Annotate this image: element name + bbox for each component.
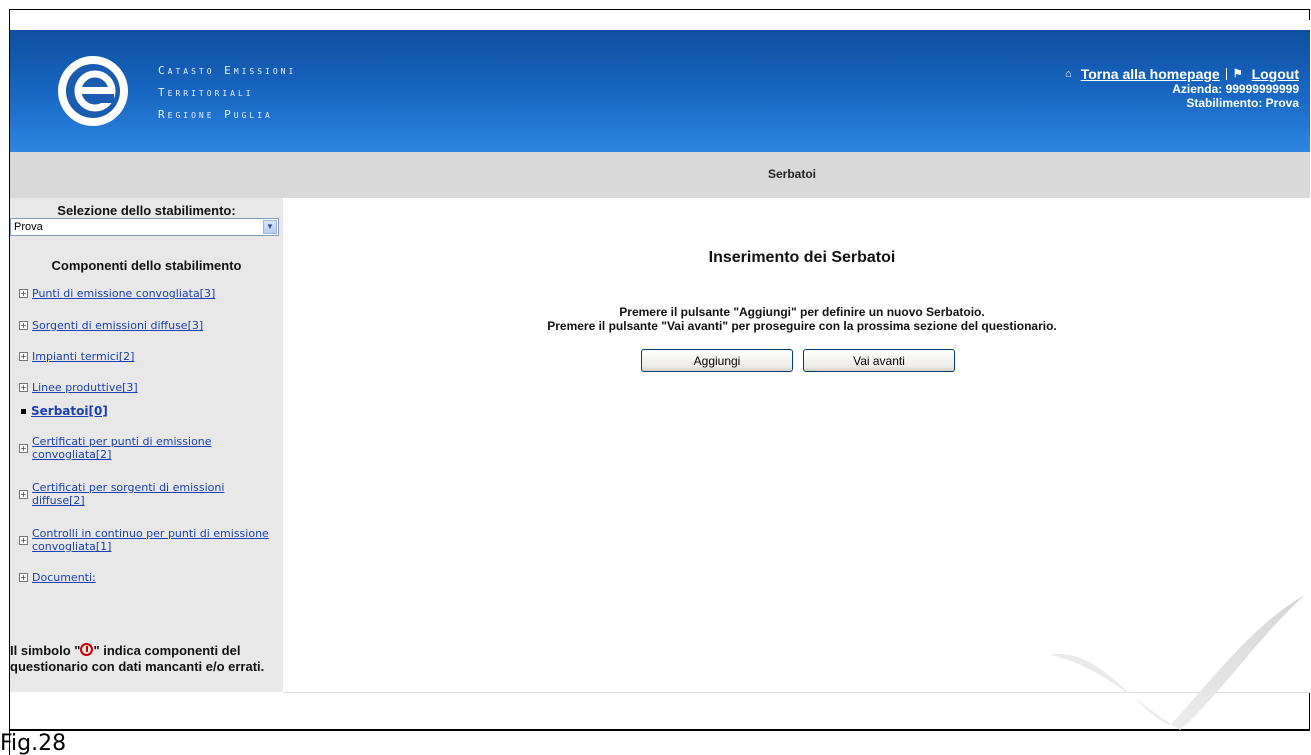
expand-icon[interactable]: + [19,535,28,545]
section-title: Serbatoi [768,167,817,181]
frame-bottom-edge [9,730,1310,731]
link-separator [1225,68,1227,80]
sidebar-item-label[interactable]: Punti di emissione convogliata[3] [32,287,215,300]
instructions: Premere il pulsante "Aggiungi" per defin… [283,305,1311,333]
sidebar-item-serbatoi[interactable]: Serbatoi[0] [19,405,108,418]
home-icon: ⌂ [1065,68,1072,80]
components-title: Componenti dello stabilimento [51,258,242,273]
expand-icon[interactable]: + [19,289,28,298]
sidebar-item-punti-emissione[interactable]: + Punti di emissione convogliata[3] [19,287,215,300]
page-title: Inserimento dei Serbatoi [708,249,896,266]
sidebar-item-label[interactable]: Controlli in continuo per punti di emiss… [32,527,269,553]
instruction-line-1: Premere il pulsante "Aggiungi" per defin… [619,305,985,319]
instruction-line-2: Premere il pulsante "Vai avanti" per pro… [547,319,1057,333]
sidebar-item-label[interactable]: Impianti termici[2] [32,350,134,363]
expand-icon[interactable]: + [19,383,28,392]
figure-caption: Fig.28 [0,731,67,755]
stabilimento-select[interactable]: Prova ▼ [10,218,279,236]
select-label: Selezione dello stabilimento: [57,203,236,218]
azienda-info: Azienda: 99999999999 [1172,82,1299,96]
legend-note: Il simbolo " " indica componenti del ques… [10,643,283,675]
sidebar-item-sorgenti-diffuse[interactable]: + Sorgenti di emissioni diffuse[3] [19,319,203,332]
sidebar-item-controlli-continuo[interactable]: + Controlli in continuo per punti di emi… [19,527,269,553]
swoosh-watermark-icon [1050,595,1305,730]
sidebar: Selezione dello stabilimento: Prova ▼ Co… [10,198,283,692]
select-value: Prova [14,221,43,233]
app-header: Catasto Emissioni Territoriali Regione P… [10,20,1310,152]
brand-text: Catasto Emissioni Territoriali Regione P… [158,60,296,126]
stabilimento-info: Stabilimento: Prova [1186,96,1299,110]
expand-icon[interactable]: + [19,352,28,361]
header-user-panel: ⌂ Torna alla homepage ⚑ Logout Azienda: … [1065,67,1299,110]
sidebar-item-impianti-termici[interactable]: + Impianti termici[2] [19,350,134,363]
sidebar-item-label[interactable]: Sorgenti di emissioni diffuse[3] [32,319,203,332]
expand-icon[interactable]: + [19,443,28,453]
next-button[interactable]: Vai avanti [803,349,955,372]
expand-icon[interactable]: + [19,321,28,330]
expand-icon[interactable]: + [19,573,28,582]
active-bullet-icon [21,409,26,414]
warning-icon [80,643,94,656]
sidebar-item-certificati-diffuse[interactable]: + Certificati per sorgenti di emissioni … [19,481,269,507]
logout-link[interactable]: Logout [1252,67,1299,81]
section-title-bar: Serbatoi [10,152,1310,198]
sidebar-item-label[interactable]: Certificati per punti di emissione convo… [32,435,269,461]
cet-logo-icon [58,56,128,126]
sidebar-item-label[interactable]: Documenti: [32,571,96,584]
brand-line-2: Territoriali [158,86,254,99]
sidebar-item-label[interactable]: Serbatoi[0] [31,405,108,418]
add-button[interactable]: Aggiungi [641,349,793,372]
chevron-down-icon[interactable]: ▼ [263,220,277,234]
expand-icon[interactable]: + [19,489,28,499]
homepage-link[interactable]: Torna alla homepage [1081,67,1220,81]
sidebar-item-documenti[interactable]: + Documenti: [19,571,96,584]
sidebar-item-certificati-convogliata[interactable]: + Certificati per punti di emissione con… [19,435,269,461]
logout-icon: ⚑ [1232,68,1243,80]
sidebar-item-label[interactable]: Linee produttive[3] [32,381,138,394]
sidebar-item-linee-produttive[interactable]: + Linee produttive[3] [19,381,138,394]
brand-line-3: Regione Puglia [158,108,273,121]
sidebar-item-label[interactable]: Certificati per sorgenti di emissioni di… [32,481,269,507]
note-prefix: Il simbolo " [10,643,81,658]
brand-line-1: Catasto Emissioni [158,64,297,77]
